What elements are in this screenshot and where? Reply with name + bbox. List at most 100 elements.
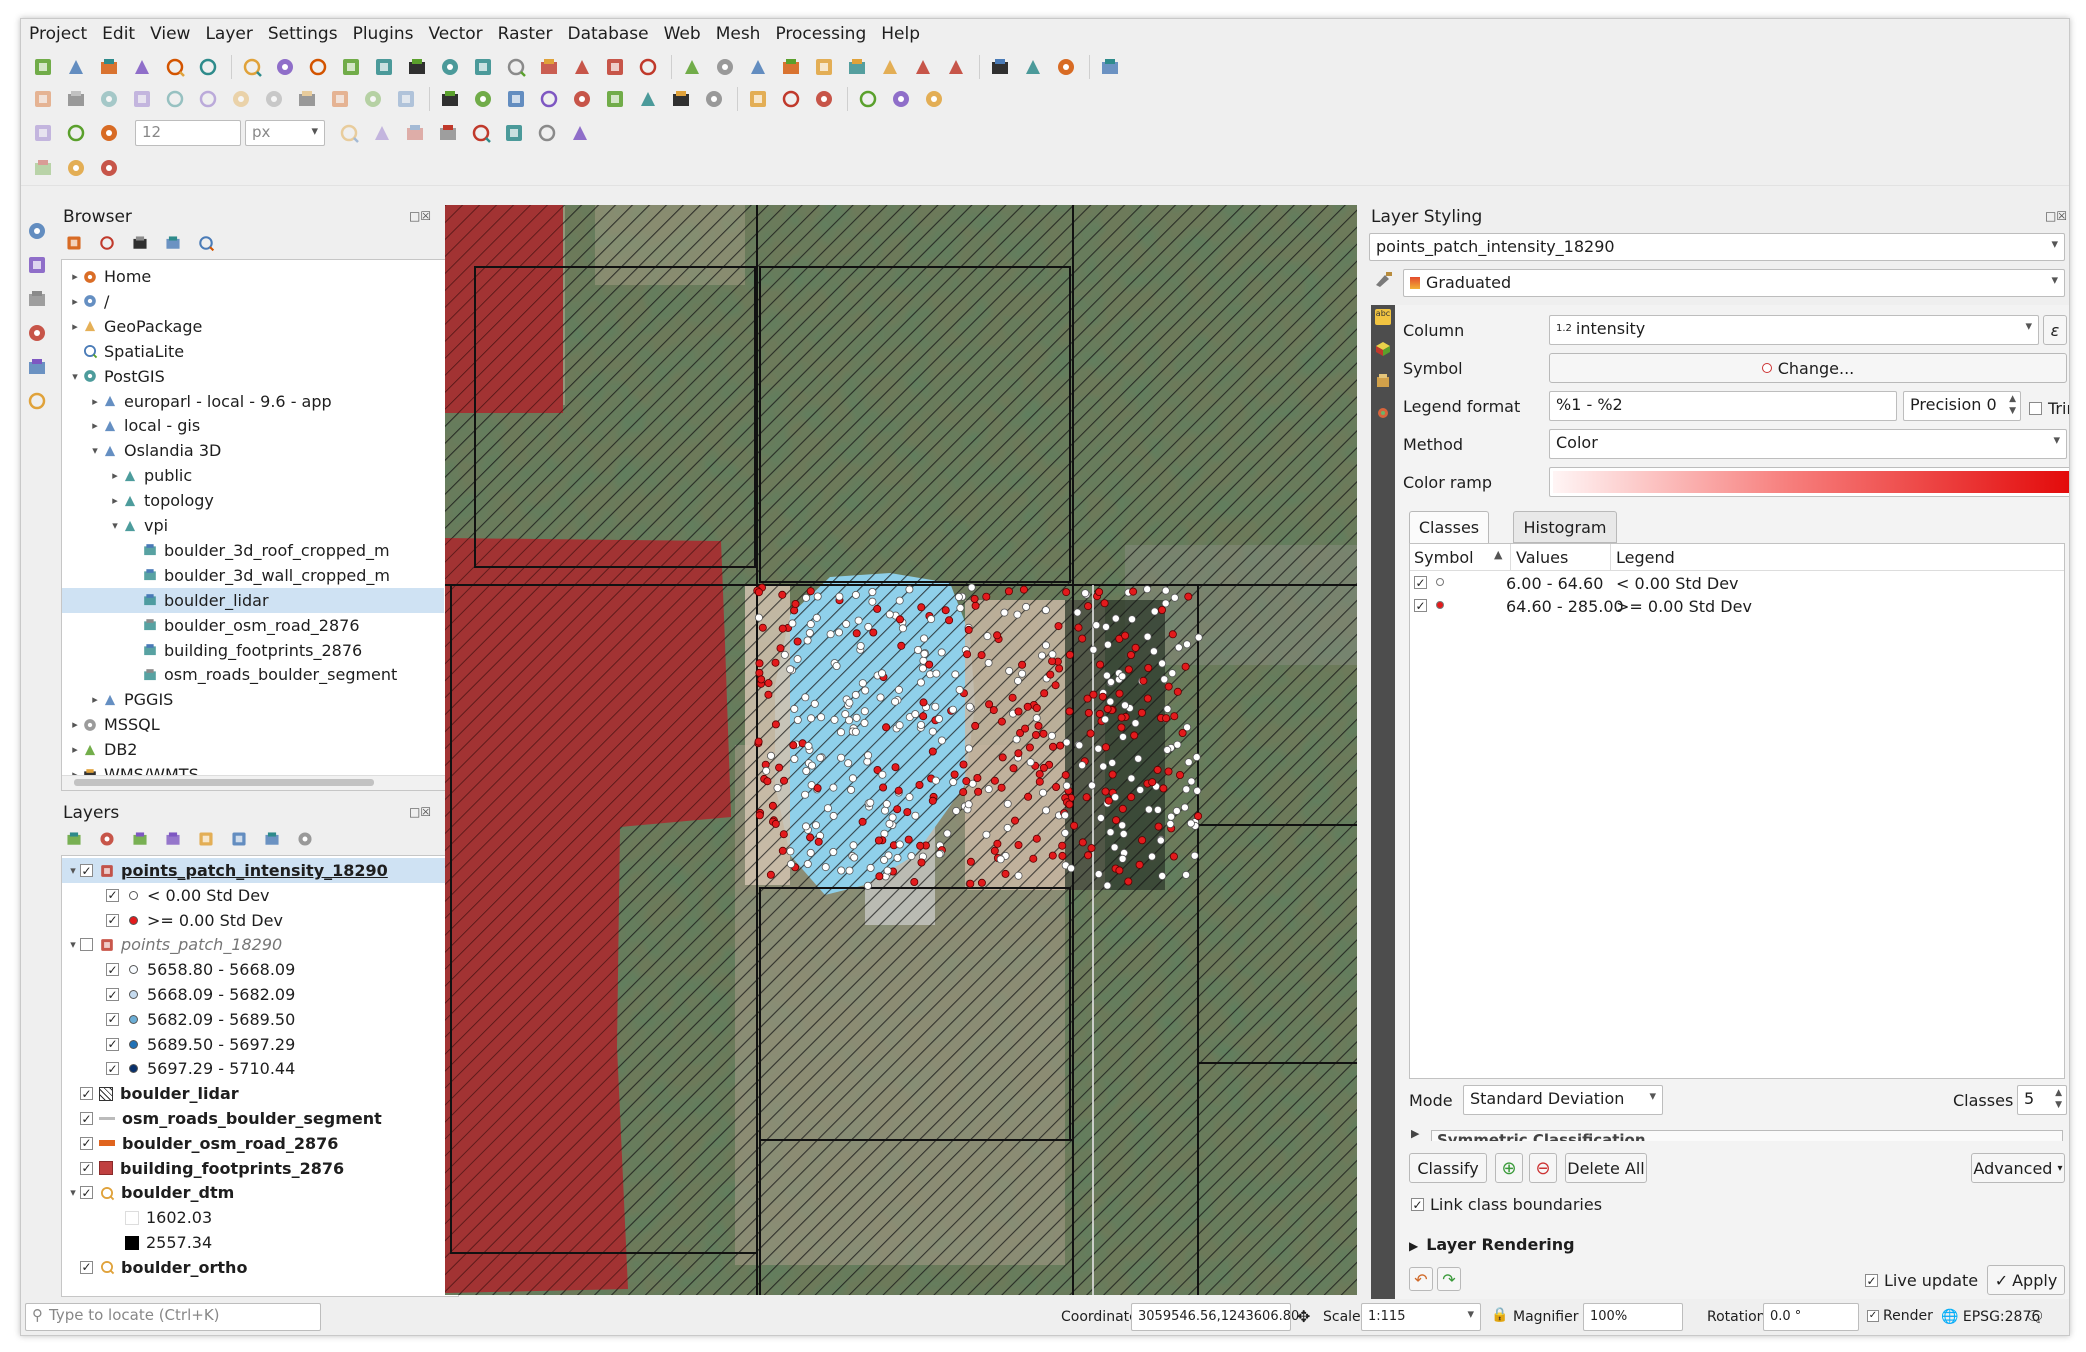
layer-item[interactable]: ✓ osm_roads_boulder_segment	[62, 1106, 458, 1131]
layer-item[interactable]: ▾ points_patch_18290	[62, 932, 458, 957]
offset-icon[interactable]	[436, 121, 460, 145]
browser-item[interactable]: osm_roads_boulder_segment	[62, 662, 444, 687]
header-values[interactable]: Values	[1516, 548, 1568, 567]
layer-visibility-checkbox[interactable]: ✓	[106, 1037, 119, 1051]
color-ramp-select[interactable]	[1549, 467, 2069, 497]
browser-item[interactable]: boulder_3d_wall_cropped_m	[62, 563, 444, 588]
expand-arrow-icon[interactable]: ▸	[68, 718, 82, 731]
layer-visibility-checkbox[interactable]: ✓	[80, 1087, 93, 1101]
remove-layer-icon[interactable]	[296, 830, 314, 848]
tab-histogram[interactable]: Histogram	[1513, 511, 1617, 543]
style-icon[interactable]	[65, 830, 83, 848]
class-values[interactable]: 64.60 - 285.00	[1506, 597, 1624, 616]
expand-all-icon[interactable]	[230, 830, 248, 848]
precision-spinbox[interactable]: Precision 0 ▲ ▼	[1903, 391, 2021, 421]
3d-view-tab-icon[interactable]	[1375, 341, 1391, 357]
browser-item[interactable]: boulder_lidar	[62, 587, 444, 613]
browser-item[interactable]: ▾ Oslandia 3D	[62, 438, 444, 463]
vertex-tool-icon[interactable]	[163, 87, 187, 111]
new-virtual-layer-icon[interactable]	[25, 355, 49, 379]
symmetric-classification-group[interactable]: ▶ Symmetric Classification	[1409, 1123, 2065, 1141]
filter-icon[interactable]	[131, 234, 149, 252]
browser-item[interactable]: ▸ GeoPackage	[62, 314, 444, 339]
simplify-icon[interactable]	[502, 121, 526, 145]
expand-arrow-icon[interactable]: ▸	[108, 494, 122, 507]
data-source-manager-icon[interactable]	[25, 219, 49, 243]
style-paint-icon[interactable]	[1373, 269, 1397, 291]
expand-arrow-icon[interactable]: ▸	[68, 743, 82, 756]
zoom-full-icon[interactable]	[372, 55, 396, 79]
new-geopackage-icon[interactable]	[25, 253, 49, 277]
add-class-button[interactable]: ⊕	[1495, 1153, 1523, 1183]
label-pin-icon[interactable]	[471, 87, 495, 111]
zoom-in-icon[interactable]	[306, 55, 330, 79]
label-move-icon[interactable]	[537, 87, 561, 111]
new-shapefile-icon[interactable]	[25, 287, 49, 311]
menu-view[interactable]: View	[142, 19, 197, 44]
label-layer-icon[interactable]	[702, 87, 726, 111]
collapse-all-icon[interactable]	[164, 234, 182, 252]
link-class-boundaries-checkbox[interactable]: ✓ Link class boundaries	[1411, 1195, 1602, 1214]
style-manager-icon[interactable]	[196, 55, 220, 79]
tab-classes[interactable]: Classes	[1409, 511, 1489, 543]
expand-arrow-icon[interactable]: ▾	[66, 864, 80, 877]
help-icon[interactable]	[1098, 55, 1122, 79]
fill-ring-icon[interactable]	[568, 121, 592, 145]
rendering-tab-icon[interactable]	[1375, 405, 1391, 421]
render-checkbox[interactable]: ✓ Render	[1867, 1308, 1933, 1324]
identify-icon[interactable]	[680, 55, 704, 79]
undo-style-button[interactable]: ↶	[1409, 1267, 1433, 1291]
diagram-icon[interactable]	[570, 87, 594, 111]
classify-button[interactable]: Classify	[1409, 1153, 1487, 1183]
magnifier-spinbox[interactable]: 100%	[1583, 1303, 1683, 1331]
metasearch-icon[interactable]	[64, 156, 88, 180]
map-tips-icon[interactable]	[1021, 55, 1045, 79]
browser-item[interactable]: ▸ Home	[62, 264, 444, 289]
browser-item[interactable]: boulder_osm_road_2876	[62, 613, 444, 638]
expand-arrow-icon[interactable]: ▾	[66, 938, 80, 951]
new-bookmark-icon[interactable]	[603, 55, 627, 79]
browser-item[interactable]: SpatiaLite	[62, 339, 444, 364]
reshape-icon[interactable]	[403, 121, 427, 145]
browser-item[interactable]: ▾ PostGIS	[62, 364, 444, 389]
zoom-last-icon[interactable]	[504, 55, 528, 79]
layer-visibility-checkbox[interactable]: ✓	[80, 1136, 93, 1150]
menu-raster[interactable]: Raster	[490, 19, 560, 44]
save-edits-icon[interactable]	[97, 87, 121, 111]
legend-item[interactable]: ✓ 5658.80 - 5668.09	[62, 957, 458, 982]
menu-database[interactable]: Database	[559, 19, 655, 44]
method-select[interactable]: Color	[1549, 429, 2067, 459]
statistics-icon[interactable]	[944, 55, 968, 79]
label-show-icon[interactable]	[504, 87, 528, 111]
expand-arrow-icon[interactable]: ▸	[88, 395, 102, 408]
new-temp-layer-icon[interactable]	[25, 389, 49, 413]
column-select[interactable]: 1.2 intensity	[1549, 315, 2039, 345]
lock-icon[interactable]: 🔒	[1491, 1307, 1508, 1323]
menu-edit[interactable]: Edit	[94, 19, 142, 44]
legend-item[interactable]: ✓ 5697.29 - 5710.44	[62, 1056, 458, 1081]
menu-processing[interactable]: Processing	[767, 19, 873, 44]
live-update-checkbox[interactable]: ✓ Live update	[1865, 1271, 1978, 1290]
python-icon[interactable]	[856, 87, 880, 111]
deselect-icon[interactable]	[812, 55, 836, 79]
menu-project[interactable]: Project	[21, 19, 94, 44]
layer-visibility-checkbox[interactable]: ✓	[80, 1161, 93, 1175]
history-tab-icon[interactable]	[1375, 373, 1391, 389]
expand-arrow-icon[interactable]: ▸	[68, 270, 82, 283]
labels-tab-icon[interactable]: abc	[1375, 309, 1391, 325]
select-by-value-icon[interactable]	[779, 55, 803, 79]
layer-item[interactable]: ▾ ✓ points_patch_intensity_18290	[62, 858, 458, 883]
layer-visibility-checkbox[interactable]: ✓	[80, 1260, 93, 1274]
refresh-icon[interactable]	[98, 234, 116, 252]
save-project-icon[interactable]	[97, 55, 121, 79]
menu-help[interactable]: Help	[873, 19, 927, 44]
header-symbol[interactable]: Symbol	[1414, 548, 1474, 567]
edit-pencil-icon[interactable]	[64, 87, 88, 111]
plugin-icon[interactable]	[31, 156, 55, 180]
layer-visibility-checkbox[interactable]: ✓	[106, 888, 119, 902]
class-visibility-checkbox[interactable]: ✓	[1414, 576, 1427, 589]
class-legend[interactable]: >= 0.00 Std Dev	[1616, 597, 1752, 616]
zoom-to-selection-icon[interactable]	[405, 55, 429, 79]
advanced-button[interactable]: Advanced ▾	[1971, 1153, 2065, 1183]
split-icon[interactable]	[370, 121, 394, 145]
